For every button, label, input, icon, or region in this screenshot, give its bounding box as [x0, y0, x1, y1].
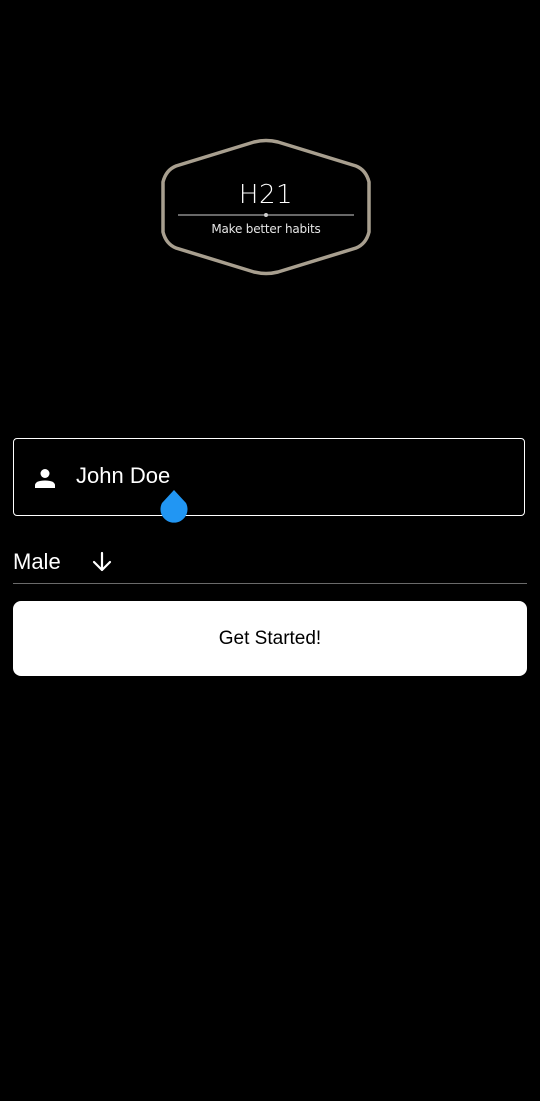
arrow-down-icon[interactable]	[91, 551, 113, 573]
text-cursor-handle[interactable]	[159, 489, 189, 525]
logo-title: H21	[238, 180, 294, 210]
app-logo: H21 Make better habits	[158, 138, 374, 276]
gender-dropdown[interactable]: Male	[13, 540, 527, 584]
person-icon	[35, 469, 55, 488]
get-started-button[interactable]: Get Started!	[13, 601, 527, 676]
name-input-value[interactable]: John Doe	[76, 463, 170, 489]
gender-selected-value: Male	[13, 549, 61, 574]
logo-subtitle: Make better habits	[211, 222, 321, 236]
name-input[interactable]: John Doe	[13, 438, 525, 516]
